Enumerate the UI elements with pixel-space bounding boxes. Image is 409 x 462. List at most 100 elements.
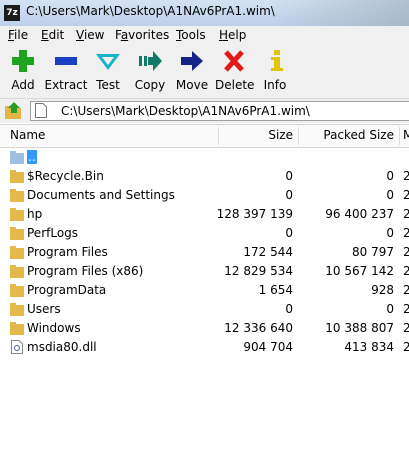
- file-modified: 2: [403, 264, 409, 278]
- menu-help-rest: elp: [228, 28, 247, 42]
- file-packed-size: 96 400 237: [325, 207, 394, 221]
- extract-button[interactable]: Extract: [44, 50, 88, 96]
- copy-button[interactable]: Copy: [132, 50, 168, 96]
- file-row[interactable]: Program Files (x86) 12 829 534 10 567 14…: [0, 262, 409, 281]
- file-name: msdia80.dll: [27, 340, 97, 354]
- file-row[interactable]: PerfLogs 0 0 2: [0, 224, 409, 243]
- menu-edit[interactable]: Edit: [41, 28, 64, 42]
- file-modified: 2: [403, 226, 409, 240]
- menu-file[interactable]: File: [8, 28, 28, 42]
- column-name[interactable]: Name: [10, 128, 45, 142]
- column-separator[interactable]: [298, 127, 299, 145]
- file-size: 12 336 640: [224, 321, 293, 335]
- test-checkmark-icon: [96, 54, 120, 70]
- menu-tools[interactable]: Tools: [176, 28, 206, 42]
- address-input[interactable]: C:\Users\Mark\Desktop\A1NAv6PrA1.wim\: [30, 101, 409, 121]
- dll-file-icon: [11, 340, 23, 354]
- minus-icon: [55, 57, 77, 65]
- menu-edit-rest: dit: [48, 28, 65, 42]
- file-row[interactable]: msdia80.dll 904 704 413 834 2: [0, 338, 409, 357]
- menu-file-rest: ile: [14, 28, 29, 42]
- menu-view[interactable]: View: [76, 28, 104, 42]
- menu-edit-accel: E: [41, 28, 49, 42]
- file-modified: 2: [403, 321, 409, 335]
- delete-button[interactable]: Delete: [215, 50, 255, 96]
- move-button[interactable]: Move: [175, 50, 209, 96]
- info-button[interactable]: Info: [262, 50, 288, 96]
- file-list: .. $Recycle.Bin 0 0 2 Documents and Sett…: [0, 148, 409, 357]
- info-label: Info: [263, 78, 287, 92]
- file-name: Users: [27, 302, 61, 316]
- menu-favorites[interactable]: Favorites: [115, 28, 169, 42]
- copy-label: Copy: [134, 78, 166, 92]
- file-packed-size: 413 834: [344, 340, 394, 354]
- add-label: Add: [11, 78, 35, 92]
- file-row[interactable]: Users 0 0 2: [0, 300, 409, 319]
- extract-label: Extract: [44, 78, 88, 92]
- column-packed-size[interactable]: Packed Size: [323, 128, 394, 142]
- move-arrow-icon: [181, 51, 203, 71]
- document-icon: [35, 103, 47, 118]
- menu-favorites-rest: vorites: [128, 28, 170, 42]
- file-modified: 2: [403, 302, 409, 316]
- file-packed-size: 80 797: [352, 245, 394, 259]
- file-name: ..: [27, 150, 37, 164]
- menu-view-rest: iew: [83, 28, 105, 42]
- move-label: Move: [175, 78, 209, 92]
- file-size: 0: [285, 169, 293, 183]
- delete-x-icon: [224, 50, 244, 72]
- column-modified[interactable]: M: [403, 128, 409, 142]
- folder-icon: [10, 227, 24, 240]
- folder-icon: [10, 208, 24, 221]
- address-path: C:\Users\Mark\Desktop\A1NAv6PrA1.wim\: [61, 104, 310, 118]
- address-bar: C:\Users\Mark\Desktop\A1NAv6PrA1.wim\: [0, 98, 409, 123]
- file-name: hp: [27, 207, 43, 221]
- menu-help[interactable]: Help: [219, 28, 246, 42]
- column-separator[interactable]: [399, 127, 400, 145]
- file-name: Windows: [27, 321, 81, 335]
- file-size: 0: [285, 188, 293, 202]
- file-name: $Recycle.Bin: [27, 169, 104, 183]
- window-title: C:\Users\Mark\Desktop\A1NAv6PrA1.wim\: [26, 4, 275, 18]
- folder-icon: [10, 189, 24, 202]
- folder-up-icon[interactable]: [4, 102, 24, 120]
- file-row[interactable]: Program Files 172 544 80 797 2: [0, 243, 409, 262]
- folder-up-icon: [10, 151, 24, 164]
- folder-icon: [10, 303, 24, 316]
- file-name: ProgramData: [27, 283, 107, 297]
- file-row[interactable]: $Recycle.Bin 0 0 2: [0, 167, 409, 186]
- copy-arrow-icon: [139, 51, 162, 71]
- file-modified: 2: [403, 340, 409, 354]
- file-modified: 2: [403, 188, 409, 202]
- file-packed-size: 928: [371, 283, 394, 297]
- title-bar[interactable]: 7z C:\Users\Mark\Desktop\A1NAv6PrA1.wim\: [0, 0, 409, 26]
- folder-icon: [10, 284, 24, 297]
- file-modified: 2: [403, 169, 409, 183]
- add-button[interactable]: Add: [6, 50, 40, 96]
- file-row[interactable]: hp 128 397 139 96 400 237 2: [0, 205, 409, 224]
- file-size: 904 704: [243, 340, 293, 354]
- folder-icon: [10, 170, 24, 183]
- file-packed-size: 0: [386, 226, 394, 240]
- title-bar-background: [269, 0, 409, 26]
- delete-label: Delete: [215, 78, 255, 92]
- file-row[interactable]: ProgramData 1 654 928 2: [0, 281, 409, 300]
- list-header: Name Size Packed Size M: [0, 124, 409, 148]
- file-row[interactable]: Documents and Settings 0 0 2: [0, 186, 409, 205]
- file-row-parent[interactable]: ..: [0, 148, 409, 167]
- file-size: 1 654: [258, 283, 293, 297]
- app-icon[interactable]: 7z: [4, 5, 20, 21]
- file-packed-size: 0: [386, 169, 394, 183]
- file-row[interactable]: Windows 12 336 640 10 388 807 2: [0, 319, 409, 338]
- file-name: Program Files: [27, 245, 108, 259]
- toolbar: Add Extract Test Copy Move Delete Info: [0, 46, 409, 98]
- file-name: Documents and Settings: [27, 188, 175, 202]
- test-button[interactable]: Test: [92, 50, 124, 96]
- column-size[interactable]: Size: [268, 128, 293, 142]
- column-separator[interactable]: [218, 127, 219, 145]
- file-size: 128 397 139: [216, 207, 293, 221]
- file-size: 172 544: [243, 245, 293, 259]
- plus-icon: [12, 50, 34, 72]
- menu-view-accel: V: [76, 28, 84, 42]
- folder-icon: [10, 246, 24, 259]
